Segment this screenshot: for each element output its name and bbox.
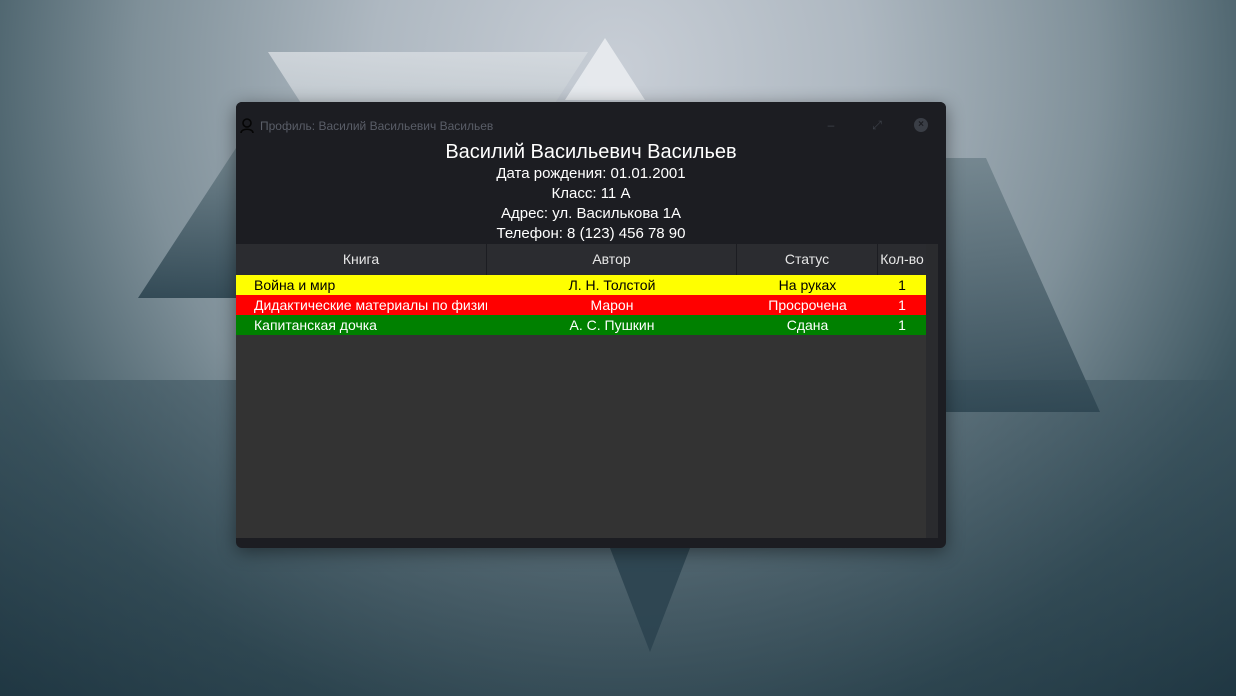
profile-info: Василий Васильевич Васильев Дата рождени… <box>236 140 946 244</box>
cell-status: На руках <box>778 277 837 293</box>
cell-count: 1 <box>898 277 906 293</box>
cell-book: Дидактические материалы по физике <box>254 297 487 313</box>
user-icon <box>240 118 254 134</box>
window-title: Профиль: Василий Васильевич Васильев <box>260 119 494 133</box>
cell-count: 1 <box>898 297 906 313</box>
table-row[interactable]: Война и мир Л. Н. Толстой На руках 1 <box>236 275 926 295</box>
cell-author: Марон <box>590 297 634 313</box>
address-label: Адрес: ул. Василькова 1А <box>500 205 682 222</box>
profile-window: Профиль: Василий Васильевич Васильев – ⤢… <box>236 102 946 548</box>
column-header-book[interactable]: Книга <box>236 244 487 275</box>
birth-date: Дата рождения: 01.01.2001 <box>496 165 686 182</box>
cell-count: 1 <box>898 317 906 333</box>
desktop: Профиль: Василий Васильевич Васильев – ⤢… <box>0 0 1236 696</box>
cell-book: Капитанская дочка <box>254 317 377 333</box>
table-header: Книга Автор Статус Кол-во <box>236 244 926 275</box>
phone-label: Телефон: 8 (123) 456 78 90 <box>496 225 686 242</box>
table-row[interactable]: Капитанская дочка А. С. Пушкин Сдана 1 <box>236 315 926 335</box>
title-bar[interactable]: Профиль: Василий Васильевич Васильев – ⤢… <box>236 102 946 138</box>
close-icon[interactable]: × <box>914 118 928 132</box>
cell-author: А. С. Пушкин <box>569 317 655 333</box>
cell-author: Л. Н. Толстой <box>568 277 656 293</box>
table-row[interactable]: Дидактические материалы по физике Марон … <box>236 295 926 315</box>
cell-book: Война и мир <box>254 277 336 293</box>
vertical-scrollbar[interactable] <box>926 244 938 538</box>
cell-status: Сдана <box>786 317 829 333</box>
maximize-icon[interactable]: ⤢ <box>868 116 886 134</box>
column-header-author[interactable]: Автор <box>487 244 737 275</box>
class-label: Класс: 11 А <box>551 185 631 202</box>
student-name: Василий Васильевич Васильев <box>445 141 737 163</box>
cell-status: Просрочена <box>768 297 847 313</box>
column-header-status[interactable]: Статус <box>737 244 878 275</box>
books-table: Книга Автор Статус Кол-во Война и мир Л.… <box>236 244 926 538</box>
column-header-count[interactable]: Кол-во <box>878 244 926 275</box>
minimize-icon[interactable]: – <box>822 116 840 134</box>
